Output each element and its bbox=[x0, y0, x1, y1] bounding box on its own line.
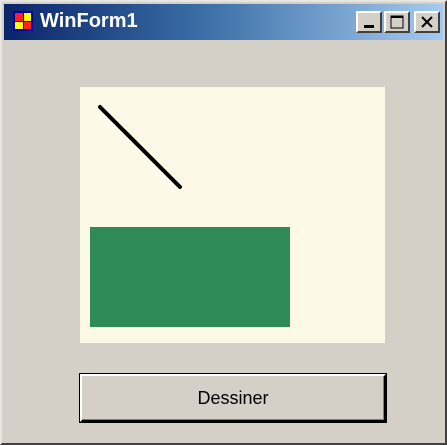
drawing-canvas bbox=[80, 87, 385, 343]
minimize-icon bbox=[364, 25, 374, 28]
minimize-button[interactable] bbox=[356, 11, 382, 33]
close-icon bbox=[421, 16, 433, 28]
window-title: WinForm1 bbox=[40, 10, 138, 32]
dessiner-button[interactable]: Dessiner bbox=[79, 373, 387, 423]
maximize-icon bbox=[390, 15, 404, 29]
title-bar[interactable]: WinForm1 bbox=[4, 4, 443, 40]
close-button[interactable] bbox=[414, 11, 440, 33]
maximize-button[interactable] bbox=[384, 11, 410, 33]
app-icon bbox=[13, 11, 33, 31]
drawn-rectangle bbox=[90, 227, 290, 327]
window: WinForm1 Dessiner bbox=[0, 0, 447, 445]
